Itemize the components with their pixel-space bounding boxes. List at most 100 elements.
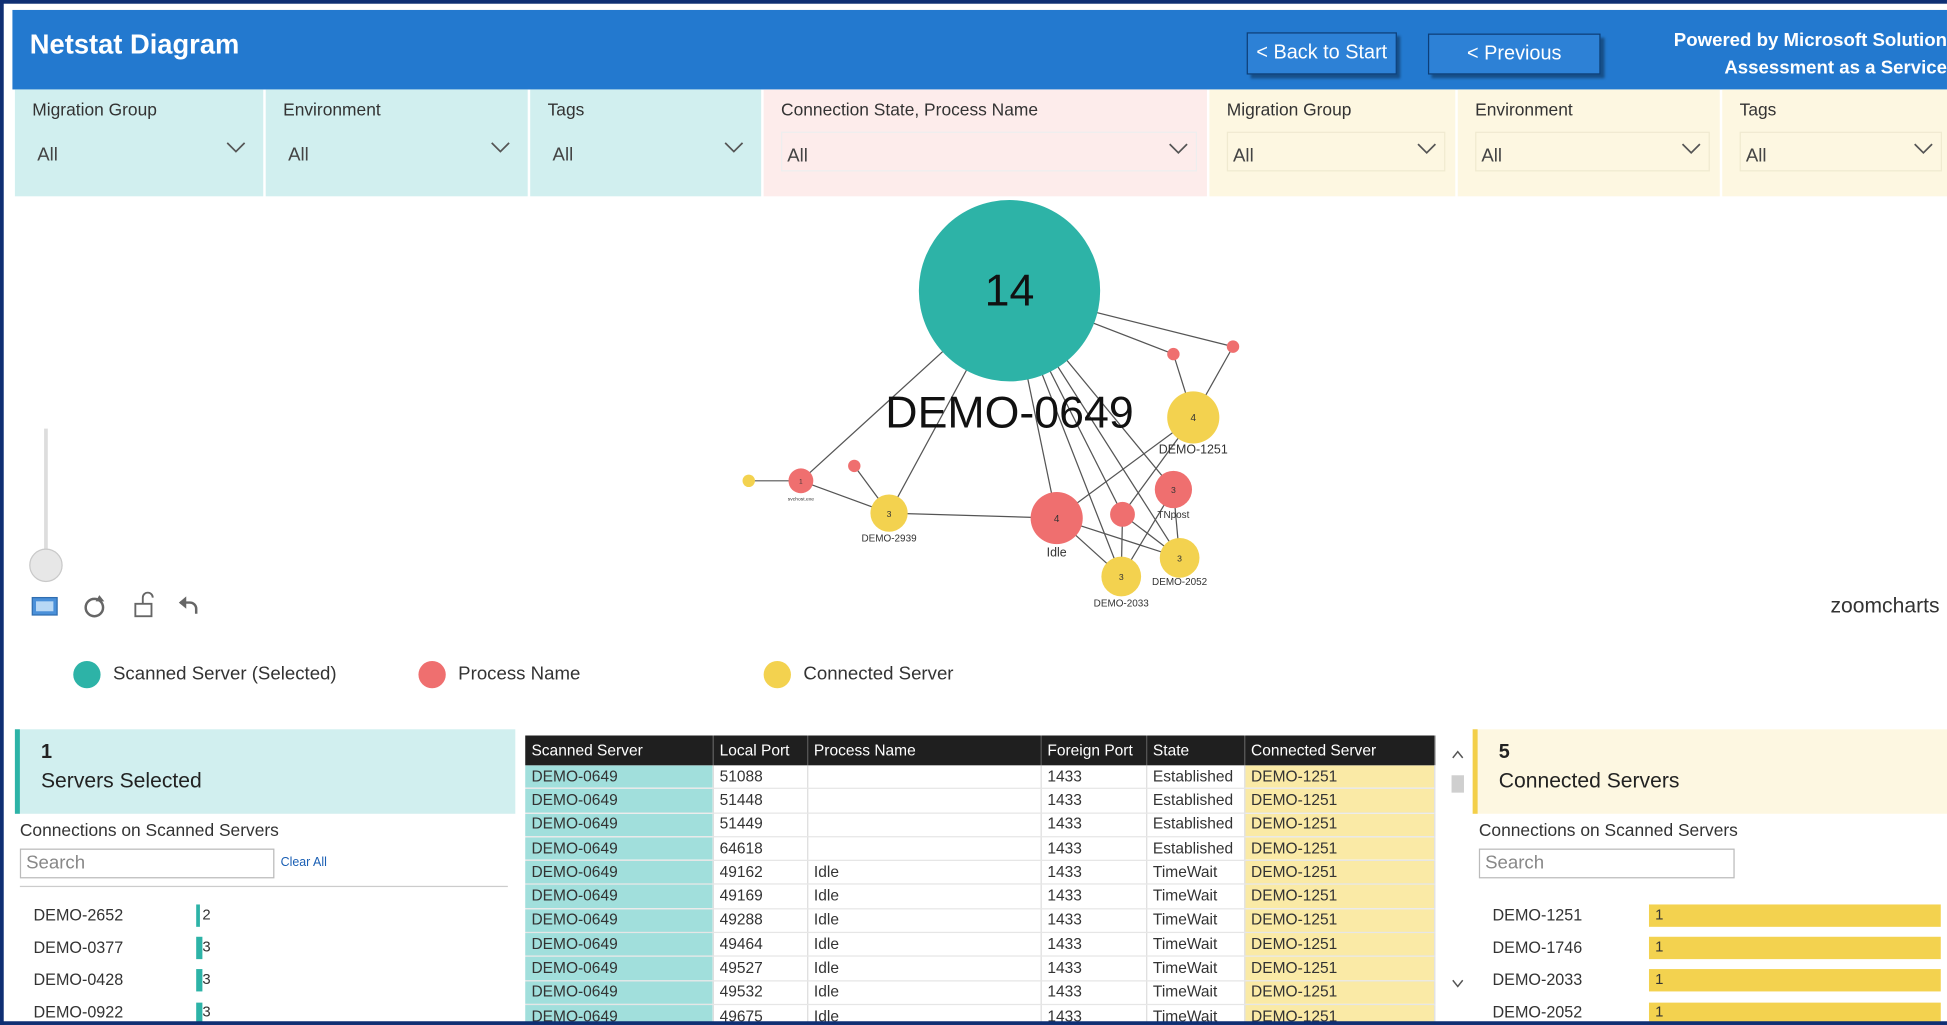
column-header[interactable]: Connected Server: [1244, 735, 1435, 766]
server-value: 3: [202, 938, 211, 956]
table-row[interactable]: DEMO-0649 51448 1433 Established DEMO-1251: [525, 788, 1435, 814]
node-count: 3: [1119, 572, 1124, 582]
column-header[interactable]: Process Name: [807, 735, 1042, 766]
table-cell: Established: [1146, 788, 1245, 814]
table-cell: TimeWait: [1146, 980, 1245, 1006]
powered-line-2: Assessment as a Service: [1724, 57, 1947, 79]
table-row[interactable]: DEMO-0649 49532 Idle 1433 TimeWait DEMO-1251: [525, 980, 1435, 1006]
table-cell: 1433: [1040, 980, 1147, 1006]
list-item[interactable]: DEMO-2052 1: [1492, 1002, 1945, 1025]
environment-dropdown-right[interactable]: All: [1475, 131, 1710, 172]
list-item[interactable]: DEMO-0428 3: [34, 969, 506, 992]
node-label: DEMO-2052: [1152, 577, 1208, 588]
table-cell: Idle: [807, 908, 1042, 934]
table-cell: DEMO-1251: [1244, 884, 1435, 910]
unlock-icon[interactable]: [134, 591, 154, 618]
table-cell: 49162: [712, 860, 808, 886]
list-item[interactable]: DEMO-2033 1: [1493, 969, 1945, 992]
table-cell: DEMO-1251: [1244, 908, 1435, 934]
column-header[interactable]: Local Port: [712, 735, 808, 766]
process-node[interactable]: [848, 459, 861, 473]
node-label: svchost.exe: [788, 497, 814, 503]
node-label: DEMO-2033: [1094, 598, 1150, 609]
clear-all-link[interactable]: Clear All: [281, 856, 327, 870]
chevron-down-icon: [724, 142, 744, 153]
column-header[interactable]: Scanned Server: [525, 735, 714, 766]
left-search-input[interactable]: Search: [19, 848, 275, 879]
table-row[interactable]: DEMO-0649 51088 1433 Established DEMO-1251: [525, 765, 1435, 790]
connections-table: Scanned Server Local Port Process Name F…: [525, 735, 1435, 1025]
dropdown-value: All: [1233, 145, 1254, 167]
table-cell: [807, 788, 1042, 814]
legend-process-dot: [418, 660, 446, 689]
table-cell: 1433: [1040, 1004, 1147, 1025]
table-row[interactable]: DEMO-0649 49527 Idle 1433 TimeWait DEMO-1251: [525, 956, 1435, 982]
server-name: DEMO-1746: [1492, 938, 1583, 957]
chevron-down-icon: [491, 142, 510, 153]
table-row[interactable]: DEMO-0649 49288 Idle 1433 TimeWait DEMO-1251: [525, 908, 1435, 934]
table-cell: TimeWait: [1146, 956, 1245, 982]
image-icon[interactable]: [31, 596, 58, 616]
dropdown-value: All: [37, 144, 58, 166]
tags-dropdown-right[interactable]: All: [1739, 131, 1943, 172]
zoom-slider-handle[interactable]: [29, 548, 63, 583]
undo-icon[interactable]: [178, 596, 198, 614]
value-bar: [1648, 1002, 1941, 1024]
table-cell: DEMO-0649: [525, 1004, 714, 1025]
scroll-thumb[interactable]: [1451, 775, 1464, 793]
table-cell: Idle: [807, 980, 1042, 1006]
connected-server-node[interactable]: [742, 474, 755, 488]
slicer-label: Environment: [1475, 99, 1573, 120]
column-header[interactable]: Foreign Port: [1040, 735, 1147, 766]
process-node[interactable]: [1110, 501, 1135, 527]
list-item[interactable]: DEMO-1746 1: [1492, 936, 1945, 960]
table-cell: Established: [1146, 812, 1245, 838]
table-cell: DEMO-0649: [525, 932, 714, 958]
chevron-down-icon: [1681, 143, 1701, 155]
table-row[interactable]: DEMO-0649 49169 Idle 1433 TimeWait DEMO-1251: [525, 884, 1435, 910]
divider: [19, 885, 508, 888]
scroll-up-icon[interactable]: [1452, 750, 1464, 759]
table-row[interactable]: DEMO-0649 64618 1433 Established DEMO-1251: [525, 836, 1435, 862]
legend-scanned-dot: [73, 660, 101, 689]
table-header-row: Scanned Server Local Port Process Name F…: [525, 735, 1435, 766]
table-cell: DEMO-1251: [1244, 788, 1435, 814]
table-cell: 49288: [712, 908, 808, 934]
server-name: DEMO-0377: [33, 938, 124, 957]
list-item[interactable]: DEMO-2652 2: [34, 904, 506, 928]
column-header[interactable]: State: [1146, 735, 1245, 766]
environment-dropdown[interactable]: All: [283, 132, 518, 169]
value-bar: [1648, 969, 1941, 992]
back-to-start-button[interactable]: < Back to Start: [1246, 32, 1397, 75]
chevron-down-icon: [1169, 143, 1188, 155]
server-name: DEMO-2052: [1492, 1002, 1583, 1022]
tags-dropdown[interactable]: All: [548, 132, 752, 169]
right-search-input[interactable]: Search: [1478, 848, 1735, 879]
servers-selected-count: 1: [40, 741, 53, 763]
list-item[interactable]: DEMO-1251 1: [1493, 904, 1945, 928]
migration-group-dropdown-right[interactable]: All: [1226, 131, 1446, 172]
table-row[interactable]: DEMO-0649 49464 Idle 1433 TimeWait DEMO-1251: [525, 932, 1435, 958]
migration-group-dropdown[interactable]: All: [32, 132, 253, 169]
previous-button[interactable]: < Previous: [1427, 33, 1601, 75]
table-cell: 1433: [1040, 812, 1147, 838]
list-item[interactable]: DEMO-0377 3: [33, 936, 506, 960]
left-subhead: Connections on Scanned Servers: [19, 819, 279, 840]
table-cell: Idle: [807, 956, 1042, 982]
table-row[interactable]: DEMO-0649 49162 Idle 1433 TimeWait DEMO-1251: [525, 860, 1435, 886]
table-row[interactable]: DEMO-0649 49675 Idle 1433 TimeWait DEMO-1251: [525, 1004, 1435, 1025]
table-row[interactable]: DEMO-0649 51449 1433 Established DEMO-1251: [525, 812, 1435, 838]
scroll-down-icon[interactable]: [1452, 979, 1464, 988]
refresh-icon[interactable]: [84, 595, 105, 618]
process-node[interactable]: [1167, 347, 1180, 361]
connected-servers-count: 5: [1498, 741, 1510, 763]
table-cell: [807, 765, 1042, 790]
table-cell: 64618: [712, 836, 808, 862]
slicer-tags-right: Tags All: [1722, 89, 1947, 197]
table-scrollbar[interactable]: [1448, 740, 1468, 1018]
value-bar: [1648, 904, 1941, 927]
connection-state-dropdown[interactable]: All: [781, 131, 1197, 172]
netstat-network-chart[interactable]: 14 DEMO-0649 4 DEMO-1251 4 Idle 3 TNpost…: [0, 196, 1947, 625]
process-node[interactable]: [1226, 340, 1240, 353]
list-item[interactable]: DEMO-0922 3: [34, 1002, 506, 1025]
